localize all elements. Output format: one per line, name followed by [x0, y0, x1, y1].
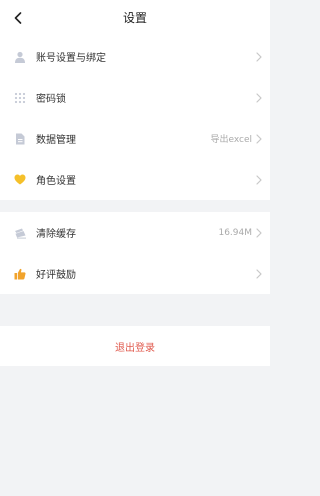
nav-bar: 设置 — [0, 0, 270, 36]
clear-cache-label: 清除缓存 — [36, 229, 76, 240]
role-settings-label: 角色设置 — [36, 176, 76, 187]
rate-app-item[interactable]: 好评鼓励 — [0, 253, 270, 294]
heart-icon — [13, 173, 27, 187]
thumbs-up-icon — [13, 267, 27, 281]
role-settings-item[interactable]: 角色设置 — [0, 159, 270, 200]
password-lock-item[interactable]: 密码锁 — [0, 77, 270, 118]
data-management-label: 数据管理 — [36, 135, 76, 146]
page-title: 设置 — [122, 11, 147, 25]
user-icon — [13, 50, 27, 64]
settings-group: 账号设置与绑定 密码锁 数据管理 导出excel 角色设置 — [0, 36, 270, 200]
chevron-right-icon — [256, 133, 262, 144]
chevron-right-icon — [256, 227, 262, 238]
chevron-right-icon — [256, 51, 262, 62]
logout-button[interactable]: 退出登录 — [115, 339, 155, 354]
account-settings-label: 账号设置与绑定 — [36, 53, 106, 64]
storage-group: 清除缓存 16.94M 好评鼓励 — [0, 212, 270, 294]
broom-icon — [13, 226, 27, 240]
chevron-right-icon — [256, 92, 262, 103]
password-lock-label: 密码锁 — [36, 94, 66, 105]
chevron-right-icon — [256, 268, 262, 279]
data-management-item[interactable]: 数据管理 导出excel — [0, 118, 270, 159]
rate-app-label: 好评鼓励 — [36, 270, 76, 281]
keypad-icon — [13, 91, 27, 105]
export-excel-value: 导出excel — [210, 135, 252, 145]
account-settings-item[interactable]: 账号设置与绑定 — [0, 36, 270, 77]
document-icon — [13, 132, 27, 146]
chevron-right-icon — [256, 174, 262, 185]
cache-size-value: 16.94M — [218, 227, 252, 238]
logout-container: 退出登录 — [0, 326, 270, 366]
clear-cache-item[interactable]: 清除缓存 16.94M — [0, 212, 270, 253]
